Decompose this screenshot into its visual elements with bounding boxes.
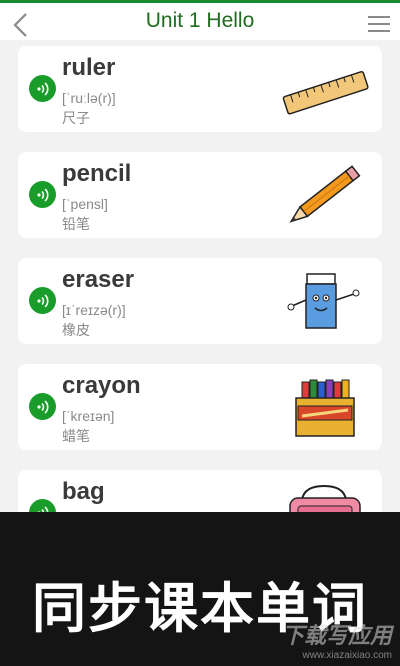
ruler-image [280,54,370,124]
phonetic-text: [ˈkreɪən] [62,408,115,424]
word-text: pencil [62,160,132,187]
phonetic-text: [ˈpensl] [62,196,108,212]
watermark-text: 下载写应用 [281,623,392,648]
meaning-text: 铅笔 [62,216,90,232]
word-card[interactable]: eraser [ɪˈreɪzə(r)] 橡皮 [18,258,382,344]
word-card[interactable]: crayon [ˈkreɪən] 蜡笔 [18,364,382,450]
word-text: eraser [62,266,135,293]
eraser-image [280,266,370,336]
pencil-image [280,160,370,230]
phonetic-text: [ˈruːlə(r)] [62,90,116,106]
meaning-text: 橡皮 [62,322,90,338]
top-bar: Unit 1 Hello [0,0,400,40]
word-text: bag [62,478,105,505]
menu-button[interactable] [368,16,390,34]
word-card[interactable]: ruler [ˈruːlə(r)] 尺子 [18,46,382,132]
speaker-button[interactable] [29,393,56,420]
word-card[interactable]: pencil [ˈpensl] 铅笔 [18,152,382,238]
watermark-url: www.xiazaixiao.com [302,650,392,661]
word-text: ruler [62,54,116,81]
watermark: 下载写应用 www.xiazaixiao.com [242,618,392,661]
speaker-icon [36,81,49,96]
menu-icon [368,16,390,18]
crayon-image [280,372,370,442]
meaning-text: 尺子 [62,110,90,126]
speaker-icon [36,399,49,414]
promo-banner: 同步课本单词 下载写应用 www.xiazaixiao.com [0,512,400,666]
speaker-button[interactable] [29,287,56,314]
word-text: crayon [62,372,141,399]
speaker-button[interactable] [29,75,56,102]
page-title: Unit 1 Hello [145,9,255,32]
speaker-button[interactable] [29,181,56,208]
speaker-icon [36,187,49,202]
speaker-icon [36,293,49,308]
phonetic-text: [ɪˈreɪzə(r)] [62,302,126,318]
meaning-text: 蜡笔 [62,428,90,444]
